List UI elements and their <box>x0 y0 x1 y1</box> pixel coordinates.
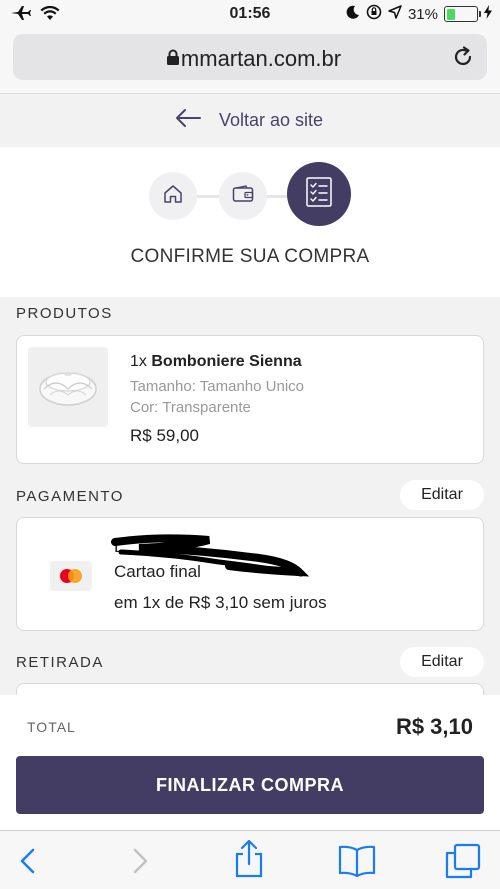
order-summary: TOTAL R$ 3,10 FINALIZAR COMPRA <box>0 695 500 830</box>
payment-card: L Cartao final em 1x de R$ 3,10 sem juro… <box>16 517 484 631</box>
mastercard-icon <box>50 561 92 591</box>
product-title: 1x Bomboniere Sienna <box>130 353 302 371</box>
browser-chrome: mmartan.com.br <box>0 28 500 94</box>
total-value: R$ 3,10 <box>395 714 473 739</box>
back-to-site-label: Voltar ao site <box>219 110 324 130</box>
edit-payment-button[interactable]: Editar <box>400 480 484 510</box>
step-home[interactable] <box>149 172 197 220</box>
product-image <box>28 347 108 427</box>
url-text: mmartan.com.br <box>180 46 342 71</box>
rotation-lock-icon <box>366 4 382 24</box>
step-connector <box>266 195 288 198</box>
moon-icon <box>346 5 360 23</box>
status-bar: 01:56 31% <box>0 0 500 28</box>
total-label: TOTAL <box>27 719 76 735</box>
charging-icon <box>484 5 492 23</box>
step-connector <box>196 195 220 198</box>
product-color: Cor: Transparente <box>130 399 251 416</box>
battery-icon <box>444 6 481 22</box>
checkout-steps: CONFIRME SUA COMPRA <box>0 147 500 297</box>
products-section-label: PRODUTOS <box>16 305 113 322</box>
wallet-icon <box>232 184 254 208</box>
battery-percent: 31% <box>407 5 438 23</box>
installments-text: em 1x de R$ 3,10 sem juros <box>114 593 327 612</box>
product-card: 1x Bomboniere Sienna Tamanho: Tamanho Un… <box>16 335 484 464</box>
product-quantity: 1x <box>130 353 147 370</box>
address-bar[interactable]: mmartan.com.br <box>13 34 487 80</box>
reload-icon[interactable] <box>451 45 475 74</box>
redaction-scribble <box>111 534 310 577</box>
browser-toolbar <box>0 830 500 889</box>
pickup-section-label: RETIRADA <box>16 654 104 671</box>
home-icon <box>163 184 183 209</box>
back-icon[interactable] <box>18 847 38 880</box>
share-icon[interactable] <box>233 839 265 884</box>
back-to-site-link[interactable]: Voltar ao site <box>175 108 323 133</box>
product-price: R$ 59,00 <box>130 426 199 445</box>
finalize-purchase-button[interactable]: FINALIZAR COMPRA <box>16 756 484 814</box>
tabs-icon[interactable] <box>445 843 481 884</box>
step-payment[interactable] <box>219 172 267 220</box>
checklist-icon <box>306 176 332 212</box>
payment-section-label: PAGAMENTO <box>16 488 124 505</box>
bookmarks-icon[interactable] <box>338 845 376 882</box>
arrow-left-icon <box>175 108 201 133</box>
location-arrow-icon <box>388 5 402 23</box>
forward-icon[interactable] <box>130 847 150 880</box>
step-confirm[interactable] <box>287 162 351 226</box>
page-title: CONFIRME SUA COMPRA <box>130 246 370 267</box>
product-size: Tamanho: Tamanho Unico <box>130 378 304 395</box>
back-row: Voltar ao site <box>0 95 500 147</box>
product-name: Bomboniere Sienna <box>151 353 302 370</box>
edit-pickup-button[interactable]: Editar <box>400 647 484 677</box>
